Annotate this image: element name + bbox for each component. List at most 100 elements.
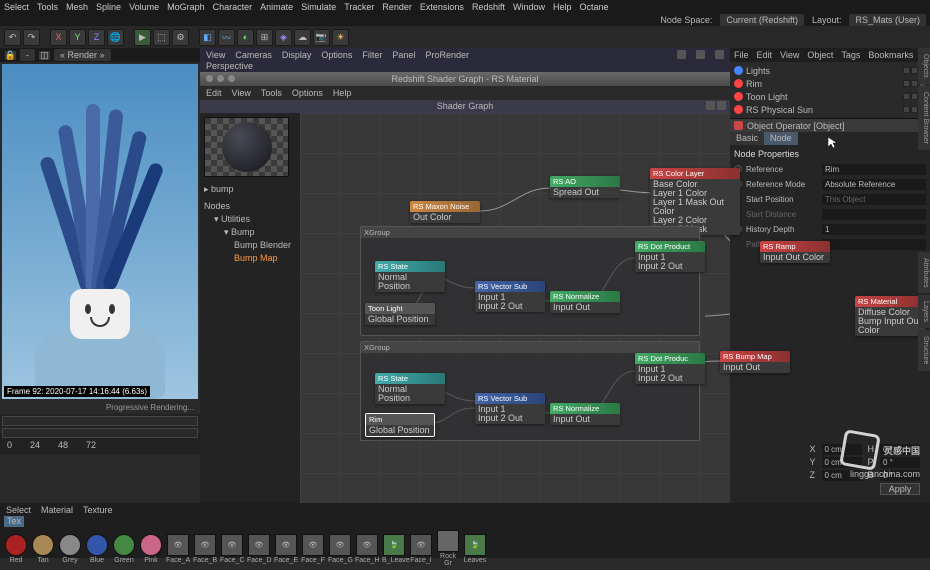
tab-node[interactable]: Node xyxy=(764,132,798,145)
stab-layers[interactable]: Layers xyxy=(918,295,930,328)
node-normalize-1[interactable]: RS NormalizeInput Out xyxy=(550,291,620,313)
tree-bump-map[interactable]: Bump Map xyxy=(204,252,296,265)
objm-view[interactable]: View xyxy=(780,50,799,60)
persp-prorender[interactable]: ProRender xyxy=(425,50,469,60)
gmenu-tools[interactable]: Tools xyxy=(261,88,282,98)
axis-world[interactable]: 🌐 xyxy=(107,29,124,46)
node-ramp[interactable]: RS RampInput Out Color xyxy=(760,241,830,263)
swatch-face-d[interactable]: 👁Face_D xyxy=(247,534,271,564)
menu-help[interactable]: Help xyxy=(553,2,572,12)
prim-nurbs[interactable]: ◐ xyxy=(237,29,254,46)
swatch-face-f[interactable]: 👁Face_F xyxy=(301,534,325,564)
tex-tab[interactable]: Tex xyxy=(4,516,24,527)
prim-array[interactable]: ⊞ xyxy=(256,29,273,46)
node-dot-product-2[interactable]: RS Dot ProducInput 1Input 2 Out xyxy=(635,353,705,384)
axis-x[interactable]: X xyxy=(50,29,67,46)
node-state-2[interactable]: RS StateNormalPosition xyxy=(375,373,445,404)
node-normalize-2[interactable]: RS NormalizeInput Out xyxy=(550,403,620,425)
node-vector-sub-1[interactable]: RS Vector SubInput 1Input 2 Out xyxy=(475,281,545,312)
stab-content[interactable]: Content Browser xyxy=(918,86,930,150)
node-material[interactable]: RS MaterialDiffuse ColorBump Input Out C… xyxy=(855,296,925,336)
render-region[interactable]: ⬚ xyxy=(153,29,170,46)
menu-volume[interactable]: Volume xyxy=(129,2,159,12)
node-state-1[interactable]: RS StateNormalPosition xyxy=(375,261,445,292)
menu-tracker[interactable]: Tracker xyxy=(344,2,374,12)
node-vector-sub-2[interactable]: RS Vector SubInput 1Input 2 Out xyxy=(475,393,545,424)
persp-display[interactable]: Display xyxy=(282,50,312,60)
vp-render-dropdown[interactable]: « Render » xyxy=(54,49,111,61)
menu-mograph[interactable]: MoGraph xyxy=(167,2,205,12)
tree-bump-folder[interactable]: ▾ Bump xyxy=(204,226,296,239)
menu-spline[interactable]: Spline xyxy=(96,2,121,12)
menu-extensions[interactable]: Extensions xyxy=(420,2,464,12)
traffic-max-icon[interactable] xyxy=(228,75,235,82)
menu-simulate[interactable]: Simulate xyxy=(301,2,336,12)
menu-select[interactable]: Select xyxy=(4,2,29,12)
prop-startdist-value[interactable] xyxy=(822,209,926,220)
prim-cube[interactable]: ◧ xyxy=(199,29,216,46)
persp-filter[interactable]: Filter xyxy=(362,50,382,60)
menu-mesh[interactable]: Mesh xyxy=(66,2,88,12)
vp-mode-dropdown[interactable]: - xyxy=(20,49,35,61)
apply-button[interactable]: Apply xyxy=(880,483,920,495)
objm-tags[interactable]: Tags xyxy=(841,50,860,60)
axis-z[interactable]: Z xyxy=(88,29,105,46)
objm-object[interactable]: Object xyxy=(807,50,833,60)
traffic-close-icon[interactable] xyxy=(206,75,213,82)
render-viewport[interactable]: Frame 92: 2020-07-17 14:16:44 (6.63s) xyxy=(2,64,198,399)
obj-lights[interactable]: Lights xyxy=(734,64,926,77)
graph-close-icon[interactable] xyxy=(717,101,726,110)
swatch-face-h[interactable]: 👁Face_H xyxy=(355,534,379,564)
tool-undo[interactable]: ↶ xyxy=(4,29,21,46)
swatch-tan[interactable]: Tan xyxy=(31,534,55,564)
swatch-red[interactable]: Red xyxy=(4,534,28,564)
tool-redo[interactable]: ↷ xyxy=(23,29,40,46)
persp-options[interactable]: Options xyxy=(321,50,352,60)
prop-path-value[interactable] xyxy=(822,239,926,250)
tree-bump[interactable]: ▸ bump xyxy=(204,183,296,196)
persp-icon-1[interactable] xyxy=(677,50,686,59)
prim-deformer[interactable]: ◈ xyxy=(275,29,292,46)
btab-material[interactable]: Material xyxy=(41,505,73,515)
vp-lock-icon[interactable]: 🔒 xyxy=(4,50,17,61)
node-toon-light[interactable]: Toon LightGlobal Position xyxy=(365,303,435,325)
prop-refmode-value[interactable]: Absolute Reference xyxy=(822,179,926,190)
menu-octane[interactable]: Octane xyxy=(580,2,609,12)
btab-select[interactable]: Select xyxy=(6,505,31,515)
tree-nodes[interactable]: Nodes xyxy=(204,200,296,213)
graph-opt-icon[interactable] xyxy=(706,101,715,110)
window-titlebar[interactable]: Redshift Shader Graph - RS Material xyxy=(200,72,730,86)
persp-view[interactable]: View xyxy=(206,50,225,60)
objm-bookmarks[interactable]: Bookmarks xyxy=(868,50,913,60)
prop-startpos-value[interactable]: This Object xyxy=(822,194,926,205)
stab-objects[interactable]: Objects xyxy=(918,48,930,84)
gmenu-help[interactable]: Help xyxy=(333,88,352,98)
swatch-bleave[interactable]: 🍃B_Leave xyxy=(382,534,406,564)
menu-render[interactable]: Render xyxy=(382,2,412,12)
persp-panel[interactable]: Panel xyxy=(392,50,415,60)
swatch-face-g[interactable]: 👁Face_G xyxy=(328,534,352,564)
obj-rim[interactable]: Rim xyxy=(734,77,926,90)
axis-y[interactable]: Y xyxy=(69,29,86,46)
tab-basic[interactable]: Basic xyxy=(730,132,764,145)
render-settings[interactable]: ⚙ xyxy=(172,29,189,46)
objm-file[interactable]: File xyxy=(734,50,749,60)
node-color-layer[interactable]: RS Color Layer Base ColorLayer 1 ColorLa… xyxy=(650,168,740,235)
menu-tools[interactable]: Tools xyxy=(37,2,58,12)
menu-window[interactable]: Window xyxy=(513,2,545,12)
prop-history-value[interactable]: 1 xyxy=(822,224,926,235)
timeline-track[interactable] xyxy=(2,416,198,426)
swatch-rock[interactable]: Rock Gr xyxy=(436,530,460,567)
timeline-track-2[interactable] xyxy=(2,428,198,438)
btab-texture[interactable]: Texture xyxy=(83,505,113,515)
node-bump-map[interactable]: RS Bump MapInput Out xyxy=(720,351,790,373)
prim-light[interactable]: ☀ xyxy=(332,29,349,46)
menu-animate[interactable]: Animate xyxy=(260,2,293,12)
gmenu-view[interactable]: View xyxy=(232,88,251,98)
swatch-leaves[interactable]: 🍃Leaves xyxy=(463,534,487,564)
obj-physical-sun[interactable]: RS Physical Sun xyxy=(734,103,926,116)
stab-attributes[interactable]: Attributes xyxy=(918,252,930,294)
gmenu-options[interactable]: Options xyxy=(292,88,323,98)
swatch-face-e[interactable]: 👁Face_E xyxy=(274,534,298,564)
swatch-face-a[interactable]: 👁Face_A xyxy=(166,534,190,564)
